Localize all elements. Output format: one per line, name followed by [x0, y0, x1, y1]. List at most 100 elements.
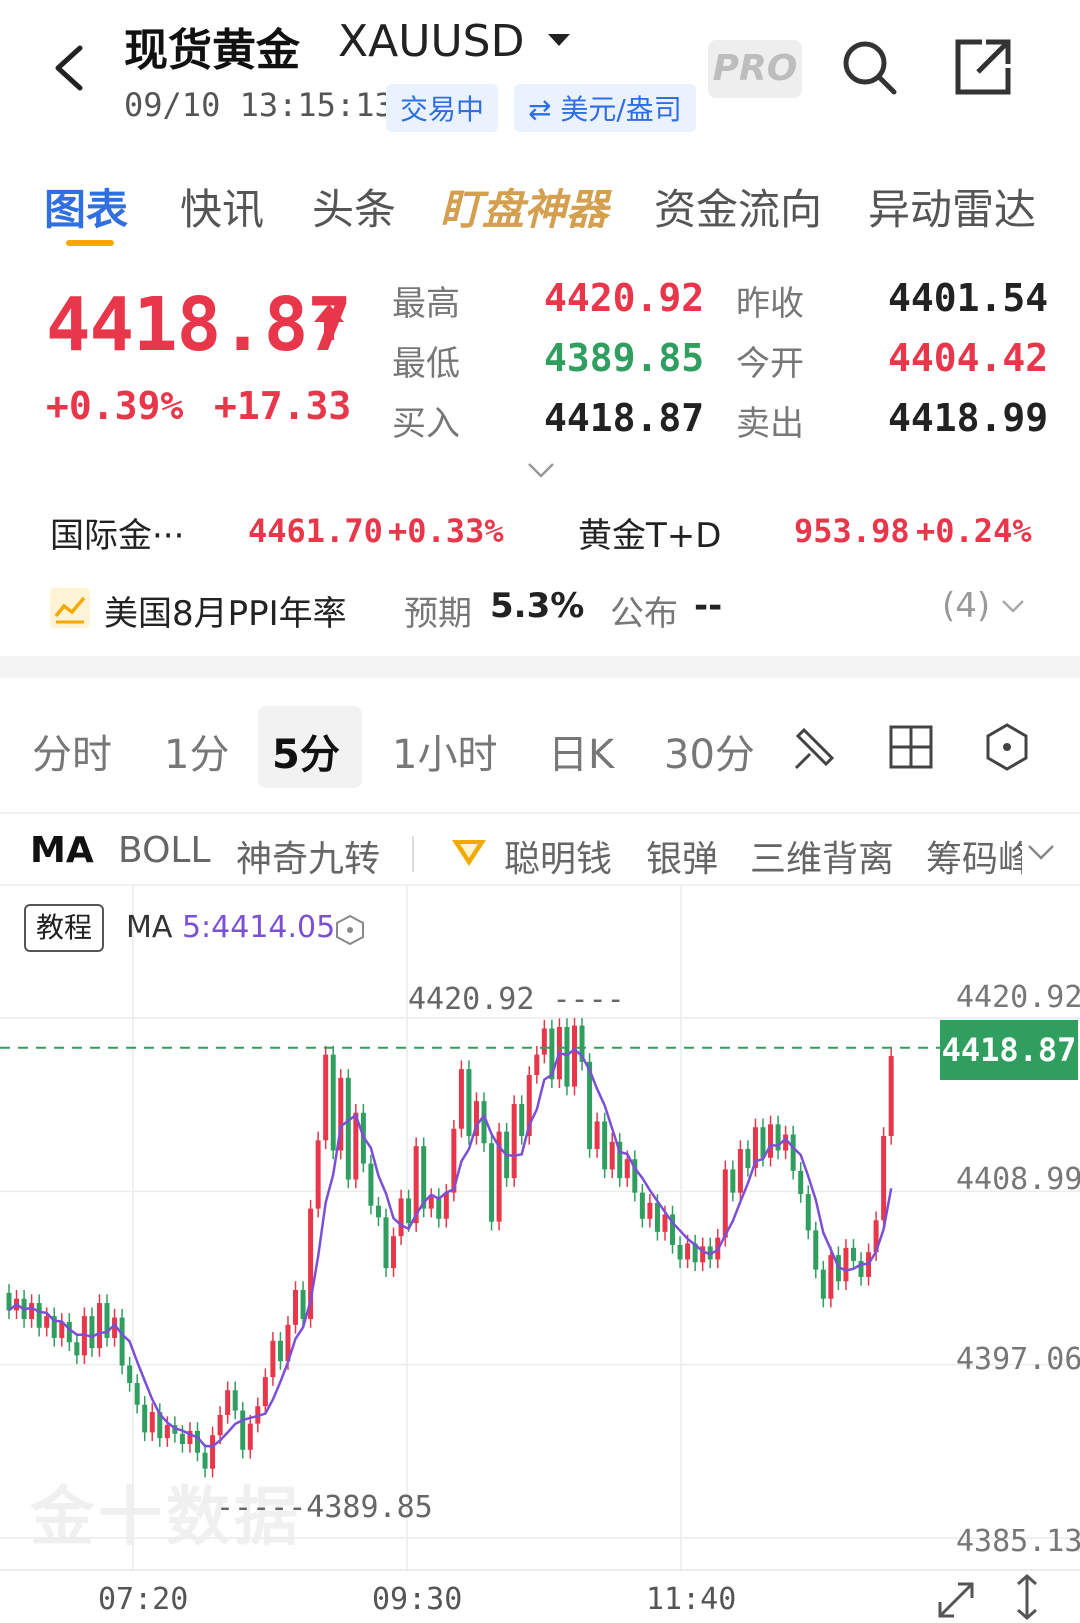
related-name[interactable]: 国际金···	[50, 508, 184, 557]
candle	[383, 1217, 389, 1269]
indicator-tab-td9[interactable]: 神奇九转	[236, 830, 380, 882]
candle	[737, 1149, 743, 1193]
up-arrow-icon	[314, 304, 344, 340]
candle	[96, 1303, 102, 1349]
candle	[564, 1027, 570, 1087]
indicator-tab-silver-bullet[interactable]: 银弹	[646, 830, 718, 882]
candle	[247, 1423, 253, 1450]
ma-value: 5:4414.05	[181, 910, 336, 945]
candle	[888, 1056, 894, 1136]
candle	[240, 1410, 246, 1450]
high-marker-label: 4420.92 ----	[408, 982, 625, 1017]
indicator-tab-chip-peak[interactable]: 筹码峰	[926, 830, 1022, 882]
candle	[820, 1269, 826, 1299]
current-price-tag: 4418.87	[940, 1020, 1078, 1080]
prev-close-label: 昨收	[736, 284, 804, 324]
candle	[127, 1365, 133, 1383]
bid-label: 买入	[392, 404, 460, 444]
chevron-down-icon[interactable]	[1000, 598, 1026, 614]
instrument-title: 现货黄金	[124, 25, 300, 76]
tab-chart[interactable]: 图表	[44, 176, 128, 237]
divider	[0, 812, 1080, 814]
candle	[466, 1069, 472, 1136]
share-external-icon[interactable]	[952, 36, 1014, 98]
period-tab-30min[interactable]: 30分	[664, 722, 755, 780]
tab-fund-flow[interactable]: 资金流向	[654, 176, 822, 237]
chevron-down-icon[interactable]	[526, 460, 556, 480]
ask-label: 卖出	[736, 404, 804, 444]
vertical-scale-icon[interactable]	[1012, 1572, 1042, 1622]
event-name[interactable]: 美国8月PPI年率	[104, 586, 347, 635]
candle	[149, 1412, 155, 1433]
diamond-icon	[452, 840, 486, 866]
tab-headlines[interactable]: 头条	[312, 176, 396, 237]
candle	[391, 1236, 397, 1269]
candle	[511, 1104, 517, 1179]
candle	[398, 1198, 404, 1237]
back-arrow-icon[interactable]	[44, 40, 100, 96]
related-price: 953.98	[794, 512, 910, 550]
candle	[330, 1054, 336, 1151]
period-tab-5min[interactable]: 5分	[272, 722, 340, 780]
period-tab-daily[interactable]: 日K	[548, 722, 614, 780]
chevron-down-icon[interactable]	[1026, 842, 1056, 862]
x-axis-label: 07:20	[98, 1582, 189, 1617]
candle	[89, 1316, 95, 1349]
y-axis-label: 4385.13	[956, 1524, 1080, 1559]
candle	[639, 1192, 645, 1219]
event-count[interactable]: (4)	[942, 586, 990, 626]
candle	[662, 1214, 668, 1232]
pro-badge[interactable]: PRO	[708, 40, 802, 98]
instrument-symbol[interactable]: XAUUSD	[338, 16, 524, 67]
period-tab-1hour[interactable]: 1小时	[392, 722, 497, 780]
tab-anomaly-radar[interactable]: 异动雷达	[868, 176, 1036, 237]
change-percent: +0.39%	[46, 384, 184, 428]
tutorial-button[interactable]: 教程	[24, 904, 104, 952]
open-label: 今开	[736, 344, 804, 384]
candle	[225, 1390, 231, 1415]
indicator-tab-3d-divergence[interactable]: 三维背离	[750, 830, 894, 882]
settings-hexagon-icon[interactable]	[982, 722, 1032, 772]
caret-down-icon[interactable]	[546, 30, 572, 50]
ask-value: 4418.99	[888, 396, 1049, 440]
candle	[677, 1244, 683, 1260]
divider	[412, 836, 414, 872]
candle	[66, 1321, 72, 1343]
indicator-tab-smart-money[interactable]: 聪明钱	[504, 830, 612, 882]
candle	[443, 1192, 449, 1219]
last-price: 4418.87	[46, 282, 352, 368]
layout-grid-icon[interactable]	[886, 722, 936, 772]
tab-watch-tool[interactable]: 盯盘神器	[440, 176, 608, 237]
candle	[36, 1303, 42, 1328]
event-published-value: --	[694, 586, 723, 626]
high-value: 4420.92	[544, 276, 705, 320]
unit-toggle[interactable]: ⇄ 美元/盎司	[514, 84, 696, 132]
candle	[805, 1194, 811, 1231]
candle	[730, 1169, 736, 1193]
related-change: +0.24%	[916, 512, 1032, 550]
related-change: +0.33%	[388, 512, 504, 550]
period-tab-timeshare[interactable]: 分时	[32, 722, 112, 780]
bid-value: 4418.87	[544, 396, 705, 440]
open-value: 4404.42	[888, 336, 1049, 380]
candle	[489, 1143, 495, 1222]
search-icon[interactable]	[838, 36, 900, 98]
y-axis-label: 4408.99	[956, 1162, 1080, 1197]
period-tab-1min[interactable]: 1分	[164, 722, 229, 780]
candles	[6, 1018, 894, 1478]
drawing-tool-icon[interactable]	[790, 722, 840, 772]
candle	[406, 1198, 412, 1224]
candle	[323, 1054, 329, 1141]
indicator-tab-ma[interactable]: MA	[30, 830, 94, 871]
candle	[202, 1452, 208, 1469]
candle	[624, 1159, 630, 1179]
candle	[594, 1121, 600, 1150]
related-name[interactable]: 黄金T+D	[578, 508, 721, 557]
candle	[609, 1141, 615, 1170]
fullscreen-icon[interactable]	[934, 1578, 978, 1622]
prev-close-value: 4401.54	[888, 276, 1049, 320]
tab-flash-news[interactable]: 快讯	[180, 176, 264, 237]
ma-settings-icon[interactable]	[334, 914, 366, 946]
candle	[164, 1425, 170, 1439]
indicator-tab-boll[interactable]: BOLL	[118, 830, 211, 871]
